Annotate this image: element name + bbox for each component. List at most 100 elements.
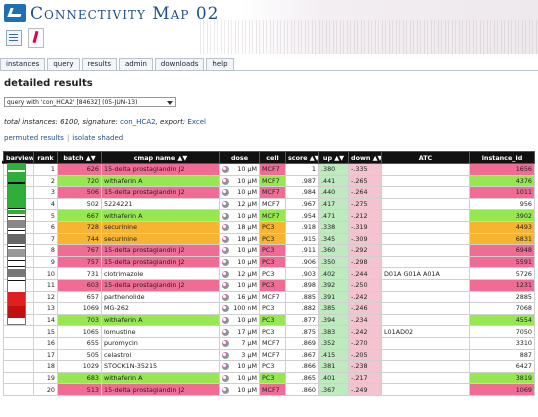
table-row[interactable]: 4 502 5224221 12 µM MCF7.967.417 -.275 956 [3,197,535,211]
list-view-icon[interactable] [6,30,22,46]
table-row[interactable]: 3 506 15-delta prostaglandin J2 10 µM MCF7.9… [3,186,535,199]
compound-pill-icon[interactable] [222,235,229,243]
table-row[interactable]: 2 720 withaferin A 10 µM MCF7.987.441 -.265 43… [3,174,535,188]
col-header-cmap-name[interactable]: cmap name ▲▼ [101,151,220,164]
instance-id-cell[interactable]: 1656 [469,163,535,176]
instance-id-cell[interactable]: 3819 [469,371,535,385]
instance-id-cell[interactable]: 4554 [469,313,535,327]
permuted-results-link[interactable]: permuted results [4,134,64,142]
instance-id-cell[interactable]: 956 [469,197,535,211]
tab-instances[interactable]: instances [0,58,46,70]
table-row[interactable]: 13 1069 MG-262 100 nM PC3.882.385 -.246 7068 [3,302,535,315]
compound-pill-icon[interactable] [222,177,229,185]
cmap-name-cell[interactable]: 15-delta prostaglandin J2 [101,383,220,396]
cmap-name-cell[interactable]: withaferin A [101,209,220,222]
query-select[interactable]: query with 'con_HCA2' [84632] (05-JUN-13… [4,97,176,107]
instance-id-cell[interactable]: 7068 [469,302,535,315]
cmap-name-cell[interactable]: 15-delta prostaglandin J2 [101,163,220,176]
table-row[interactable]: 17 505 celastrol 3 µM MCF7.867.415 -.205 887 [3,348,535,362]
instance-id-cell[interactable]: 4376 [469,174,535,188]
compound-pill-icon[interactable] [222,212,229,220]
table-row[interactable]: 14 703 withaferin A 10 µM PC3.877.394 -.234 45… [3,313,535,327]
cmap-name-cell[interactable]: withaferin A [101,174,220,188]
cmap-name-cell[interactable]: 15-delta prostaglandin J2 [101,186,220,199]
signature-link[interactable]: con_HCA2 [120,118,155,126]
instance-id-cell[interactable]: 4493 [469,220,535,234]
table-row[interactable]: 1 626 15-delta prostaglandin J2 10 µM MCF7 1.… [3,163,535,176]
compound-pill-icon[interactable] [222,340,229,348]
table-row[interactable]: 7 744 securinine 18 µM PC3.915.345 -.309 6831 [3,232,535,246]
table-row[interactable]: 19 683 withaferin A 10 µM PC3.865.401 -.217 38… [3,371,535,385]
cmap-name-cell[interactable]: 5224221 [101,197,220,211]
table-row[interactable]: 20 513 15-delta prostaglandin J2 10 µM MCF7.… [3,383,535,396]
tab-admin[interactable]: admin [118,58,153,70]
tab-downloads[interactable]: downloads [154,58,205,70]
cmap-name-cell[interactable]: puromycin [101,336,220,350]
instance-id-cell[interactable]: 2885 [469,290,535,304]
instance-id-cell[interactable]: 1069 [469,383,535,396]
barview-strip[interactable] [7,163,26,325]
compound-pill-icon[interactable] [222,351,229,359]
cmap-name-cell[interactable]: withaferin A [101,313,220,327]
cmap-name-cell[interactable]: 15-delta prostaglandin J2 [101,244,220,257]
tab-query[interactable]: query [47,58,80,70]
table-row[interactable]: 16 655 puromycin 7 µM MCF7.869.352 -.270 3310 [3,336,535,350]
table-row[interactable]: 8 767 15-delta prostaglandin J2 10 µM PC3.91… [3,244,535,257]
instance-id-cell[interactable]: 6948 [469,244,535,257]
cmap-name-cell[interactable]: MG-262 [101,302,220,315]
instance-id-cell[interactable]: 3310 [469,336,535,350]
compound-pill-icon[interactable] [222,386,229,394]
table-row[interactable]: 12 657 parthenolide 16 µM MCF7.885.391 -.242 2… [3,290,535,304]
instance-id-cell[interactable]: 3902 [469,209,535,222]
compound-pill-icon[interactable] [222,374,229,382]
instance-id-cell[interactable]: 6831 [469,232,535,246]
tab-help[interactable]: help [206,58,234,70]
cmap-name-cell[interactable]: securinine [101,220,220,234]
instance-id-cell[interactable]: 6427 [469,360,535,373]
compound-pill-icon[interactable] [222,166,229,174]
compound-pill-icon[interactable] [222,328,229,336]
col-header-down[interactable]: down ▲▼ [348,151,382,164]
cmap-name-cell[interactable]: withaferin A [101,371,220,385]
instance-id-cell[interactable]: 1231 [469,278,535,292]
compound-pill-icon[interactable] [222,305,229,313]
compound-pill-icon[interactable] [222,363,229,371]
table-row[interactable]: 15 1065 lomustine 17 µM PC3.875.383 -.242 L01A… [3,325,535,338]
instance-id-cell[interactable]: 887 [469,348,535,362]
cmap-name-cell[interactable]: 15-delta prostaglandin J2 [101,255,220,269]
table-row[interactable]: 5 667 withaferin A 10 µM MCF7.954.471 -.212 39… [3,209,535,222]
instance-id-cell[interactable]: 7050 [469,325,535,338]
export-excel-link[interactable]: Excel [187,118,206,126]
table-row[interactable]: 9 757 15-delta prostaglandin J2 10 µM PC3.90… [3,255,535,269]
compound-pill-icon[interactable] [222,201,229,209]
table-row[interactable]: 10 731 clotrimazole 12 µM PC3.903.402 -.244 D0… [3,267,535,280]
tab-results[interactable]: results [81,58,117,70]
col-header-score[interactable]: score ▲▼ [285,151,319,164]
cmap-name-cell[interactable]: STOCK1N-35215 [101,360,220,373]
col-header-up[interactable]: up ▲▼ [318,151,349,164]
compound-pill-icon[interactable] [222,293,229,301]
col-header-batch[interactable]: batch ▲▼ [57,151,102,164]
compound-pill-icon[interactable] [222,270,229,278]
cmap-name-cell[interactable]: 15-delta prostaglandin J2 [101,278,220,292]
cmap-name-cell[interactable]: securinine [101,232,220,246]
cmap-name-cell[interactable]: celastrol [101,348,220,362]
cmap-name-cell[interactable]: clotrimazole [101,267,220,280]
compound-pill-icon[interactable] [222,189,229,197]
table-row[interactable]: 6 728 securinine 18 µM PC3.918.338 -.319 4493 [3,220,535,234]
compound-pill-icon[interactable] [222,247,229,255]
compound-pill-icon[interactable] [222,317,229,325]
compound-pill-icon[interactable] [222,282,229,290]
cmap-name-cell[interactable]: parthenolide [101,290,220,304]
compound-pill-icon[interactable] [222,259,229,267]
isolate-shaded-link[interactable]: isolate shaded [72,134,123,142]
instance-id-cell[interactable]: 1011 [469,186,535,199]
table-row[interactable]: 11 603 15-delta prostaglandin J2 10 µM PC3.8… [3,278,535,292]
cmap-name-cell[interactable]: lomustine [101,325,220,338]
instance-id-cell[interactable]: 5591 [469,255,535,269]
instance-id-cell[interactable]: 5726 [469,267,535,280]
table-row[interactable]: 18 1029 STOCK1N-35215 10 µM PC3.866.381 -.238… [3,360,535,373]
cmap-logo-icon[interactable] [4,4,26,22]
test-tube-icon[interactable] [28,28,44,48]
compound-pill-icon[interactable] [222,224,229,232]
